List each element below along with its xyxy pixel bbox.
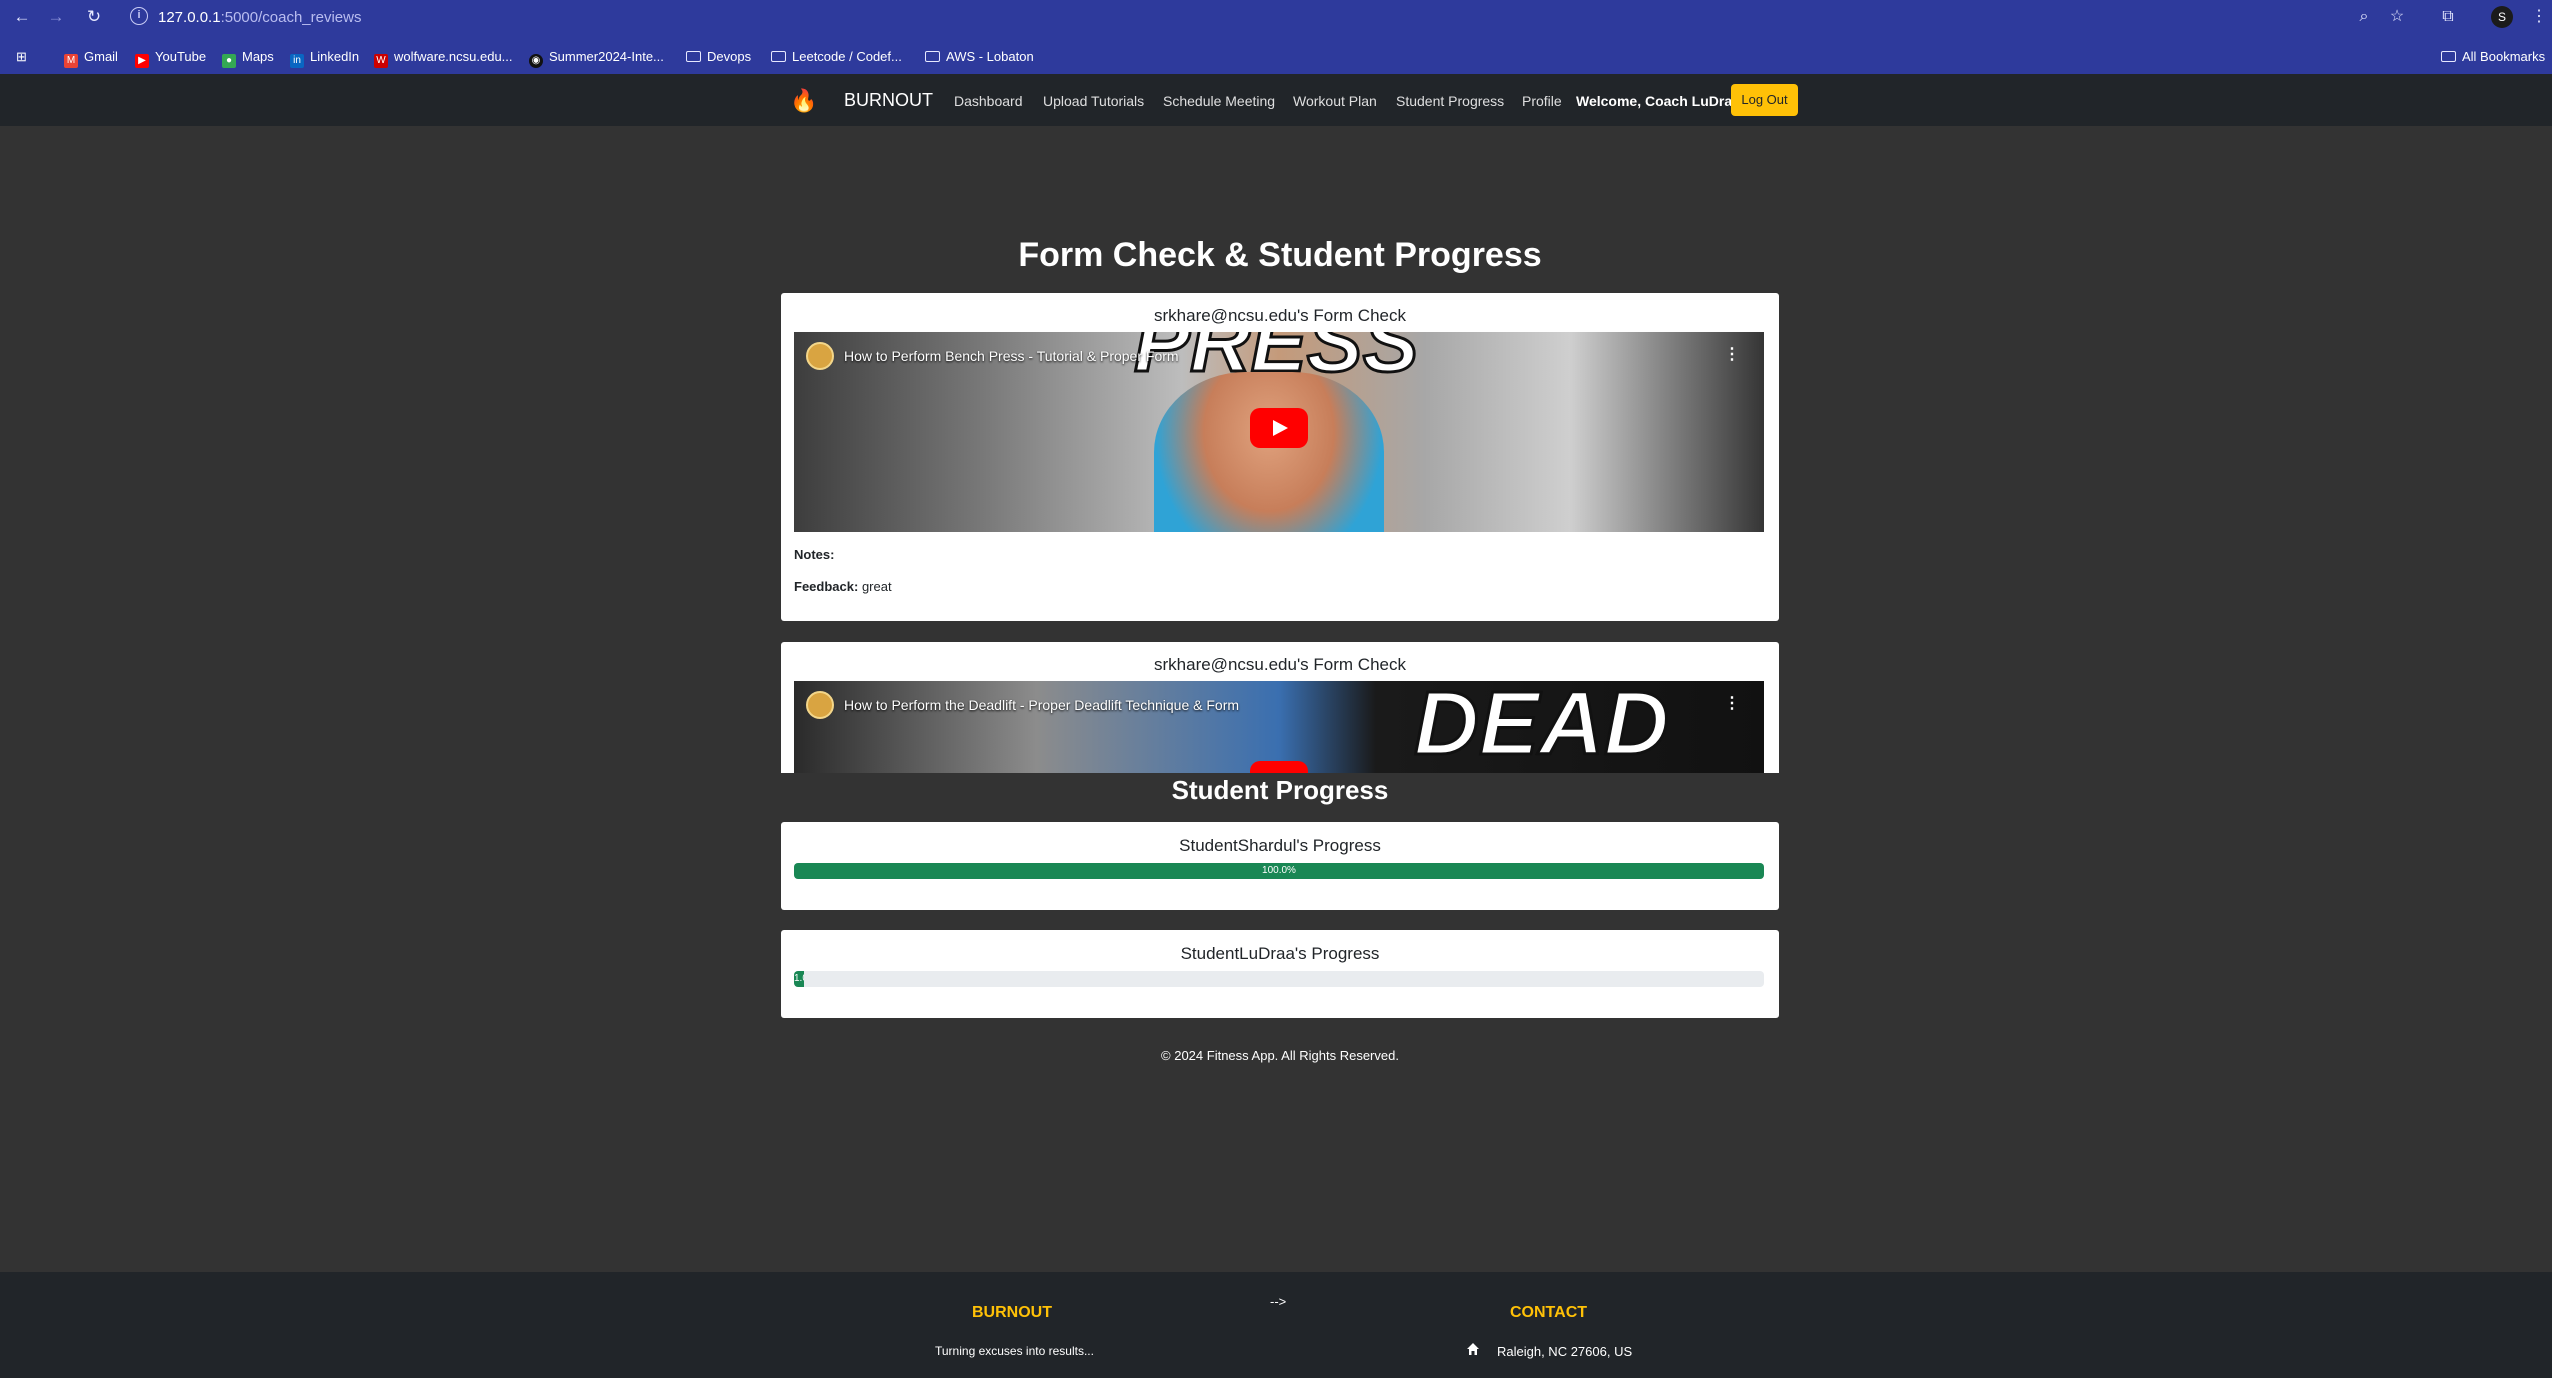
gmail-icon: M [64, 54, 78, 68]
site-info-icon[interactable]: i [130, 7, 148, 25]
footer-contact-heading: CONTACT [1510, 1304, 1588, 1321]
student-progress-heading: Student Progress [1171, 775, 1389, 805]
nav-profile[interactable]: Profile [1522, 93, 1562, 109]
notes-label: Notes: [794, 547, 835, 562]
student-progress-title: StudentLuDraa's Progress [1180, 944, 1380, 963]
youtube-icon: ▶ [135, 54, 149, 68]
linkedin-icon: in [290, 54, 304, 68]
progress-fill: 100.0% [794, 863, 1764, 879]
extensions-icon[interactable]: ⧉ [2437, 6, 2459, 28]
footer-brand-heading: BURNOUT [972, 1304, 1052, 1321]
brand-name[interactable]: BURNOUT [844, 90, 933, 111]
progress-bar: 100.0% [794, 863, 1764, 879]
wolfware-icon: W [374, 54, 388, 68]
bookmark-devops[interactable]: Devops [686, 48, 751, 66]
logout-button[interactable]: Log Out [1731, 84, 1798, 116]
back-arrow-icon[interactable]: ← [12, 7, 32, 27]
footer-stray-text: --> [1270, 1294, 1287, 1309]
home-icon [1467, 1343, 1479, 1355]
address-bar[interactable]: i 127.0.0.1:5000/coach_reviews [122, 3, 2392, 31]
bookmark-summer2024[interactable]: ◉ Summer2024-Inte... [529, 48, 664, 68]
folder-icon [686, 51, 701, 62]
video-embed[interactable]: DEAD How to Perform the Deadlift - Prope… [794, 681, 1764, 773]
feedback-value: great [861, 579, 892, 594]
zoom-icon[interactable]: ⌕ [2353, 6, 2375, 28]
video-menu-icon[interactable]: ⋮ [1724, 693, 1740, 713]
bookmark-leetcode[interactable]: Leetcode / Codef... [771, 48, 902, 66]
github-icon: ◉ [529, 54, 543, 68]
student-progress-card: StudentLuDraa's Progress 1.0% [781, 930, 1779, 1018]
copyright-text: © 2024 Fitness App. All Rights Reserved. [1161, 1048, 1399, 1063]
url-text: 127.0.0.1:5000/coach_reviews [158, 9, 362, 26]
progress-bar: 1.0% [794, 971, 1764, 987]
notes-line: Notes: [794, 547, 834, 562]
welcome-text: Welcome, Coach LuDraa [1576, 93, 1740, 109]
video-overlay-text: DEAD [1412, 681, 1670, 773]
bookmark-aws-lobaton[interactable]: AWS - Lobaton [925, 48, 1034, 66]
video-embed[interactable]: PRESS How to Perform Bench Press - Tutor… [794, 332, 1764, 532]
nav-upload-tutorials[interactable]: Upload Tutorials [1043, 93, 1144, 109]
profile-avatar[interactable]: S [2491, 6, 2513, 28]
forward-arrow-icon[interactable]: → [46, 7, 66, 27]
browser-chrome: ← → ↻ i 127.0.0.1:5000/coach_reviews ⌕ ☆… [0, 0, 2552, 74]
video-menu-icon[interactable]: ⋮ [1724, 344, 1740, 364]
channel-avatar[interactable] [806, 691, 834, 719]
bookmark-youtube[interactable]: ▶ YouTube [135, 48, 206, 68]
page-title: Form Check & Student Progress [1018, 236, 1542, 274]
footer-address: Raleigh, NC 27606, US [1497, 1344, 1633, 1359]
folder-icon [2441, 51, 2456, 62]
form-check-title: srkhare@ncsu.edu's Form Check [1154, 655, 1406, 674]
form-check-title: srkhare@ncsu.edu's Form Check [1154, 306, 1406, 325]
form-check-card: srkhare@ncsu.edu's Form Check PRESS How … [781, 293, 1779, 621]
footer-tagline: Turning excuses into results... [935, 1344, 1094, 1358]
channel-avatar[interactable] [806, 342, 834, 370]
nav-schedule-meeting[interactable]: Schedule Meeting [1163, 93, 1275, 109]
progress-fill: 1.0% [794, 971, 804, 987]
address-row: ← → ↻ i 127.0.0.1:5000/coach_reviews ⌕ ☆… [0, 0, 2552, 34]
site-footer: BURNOUT --> CONTACT Turning excuses into… [0, 1272, 2552, 1378]
flame-logo-icon: 🔥 [790, 88, 818, 113]
maps-icon: ● [222, 54, 236, 68]
bookmark-linkedin[interactable]: in LinkedIn [290, 48, 359, 68]
reload-icon[interactable]: ↻ [84, 7, 104, 27]
bookmark-maps[interactable]: ● Maps [222, 48, 274, 68]
app-navbar: 🔥 BURNOUT Dashboard Upload Tutorials Sch… [0, 74, 2552, 126]
nav-dashboard[interactable]: Dashboard [954, 93, 1023, 109]
apps-grid-icon[interactable]: ⊞ [16, 48, 27, 66]
bookmarks-bar: ⊞ M Gmail ▶ YouTube ● Maps in LinkedIn Wwolf… [0, 40, 2552, 74]
folder-icon [925, 51, 940, 62]
play-button-icon[interactable] [1250, 761, 1308, 773]
folder-icon [771, 51, 786, 62]
video-title[interactable]: How to Perform Bench Press - Tutorial & … [844, 348, 1179, 364]
feedback-label: Feedback: [794, 579, 859, 594]
nav-workout-plan[interactable]: Workout Plan [1293, 93, 1377, 109]
star-icon[interactable]: ☆ [2386, 6, 2408, 28]
play-button-icon[interactable] [1250, 408, 1308, 448]
bookmark-wolfware[interactable]: Wwolfware.ncsu.edu... [374, 48, 513, 68]
nav-student-progress[interactable]: Student Progress [1396, 93, 1504, 109]
video-title[interactable]: How to Perform the Deadlift - Proper Dea… [844, 697, 1239, 713]
kebab-menu-icon[interactable]: ⋮ [2528, 6, 2550, 28]
bookmark-gmail[interactable]: M Gmail [64, 48, 118, 68]
feedback-line: Feedback: great [794, 579, 892, 594]
all-bookmarks[interactable]: All Bookmarks [2441, 48, 2545, 66]
student-progress-title: StudentShardul's Progress [1179, 836, 1381, 855]
video-thumbnail-figure [1154, 372, 1384, 532]
student-progress-card: StudentShardul's Progress 100.0% [781, 822, 1779, 910]
form-check-card: srkhare@ncsu.edu's Form Check DEAD How t… [781, 642, 1779, 773]
